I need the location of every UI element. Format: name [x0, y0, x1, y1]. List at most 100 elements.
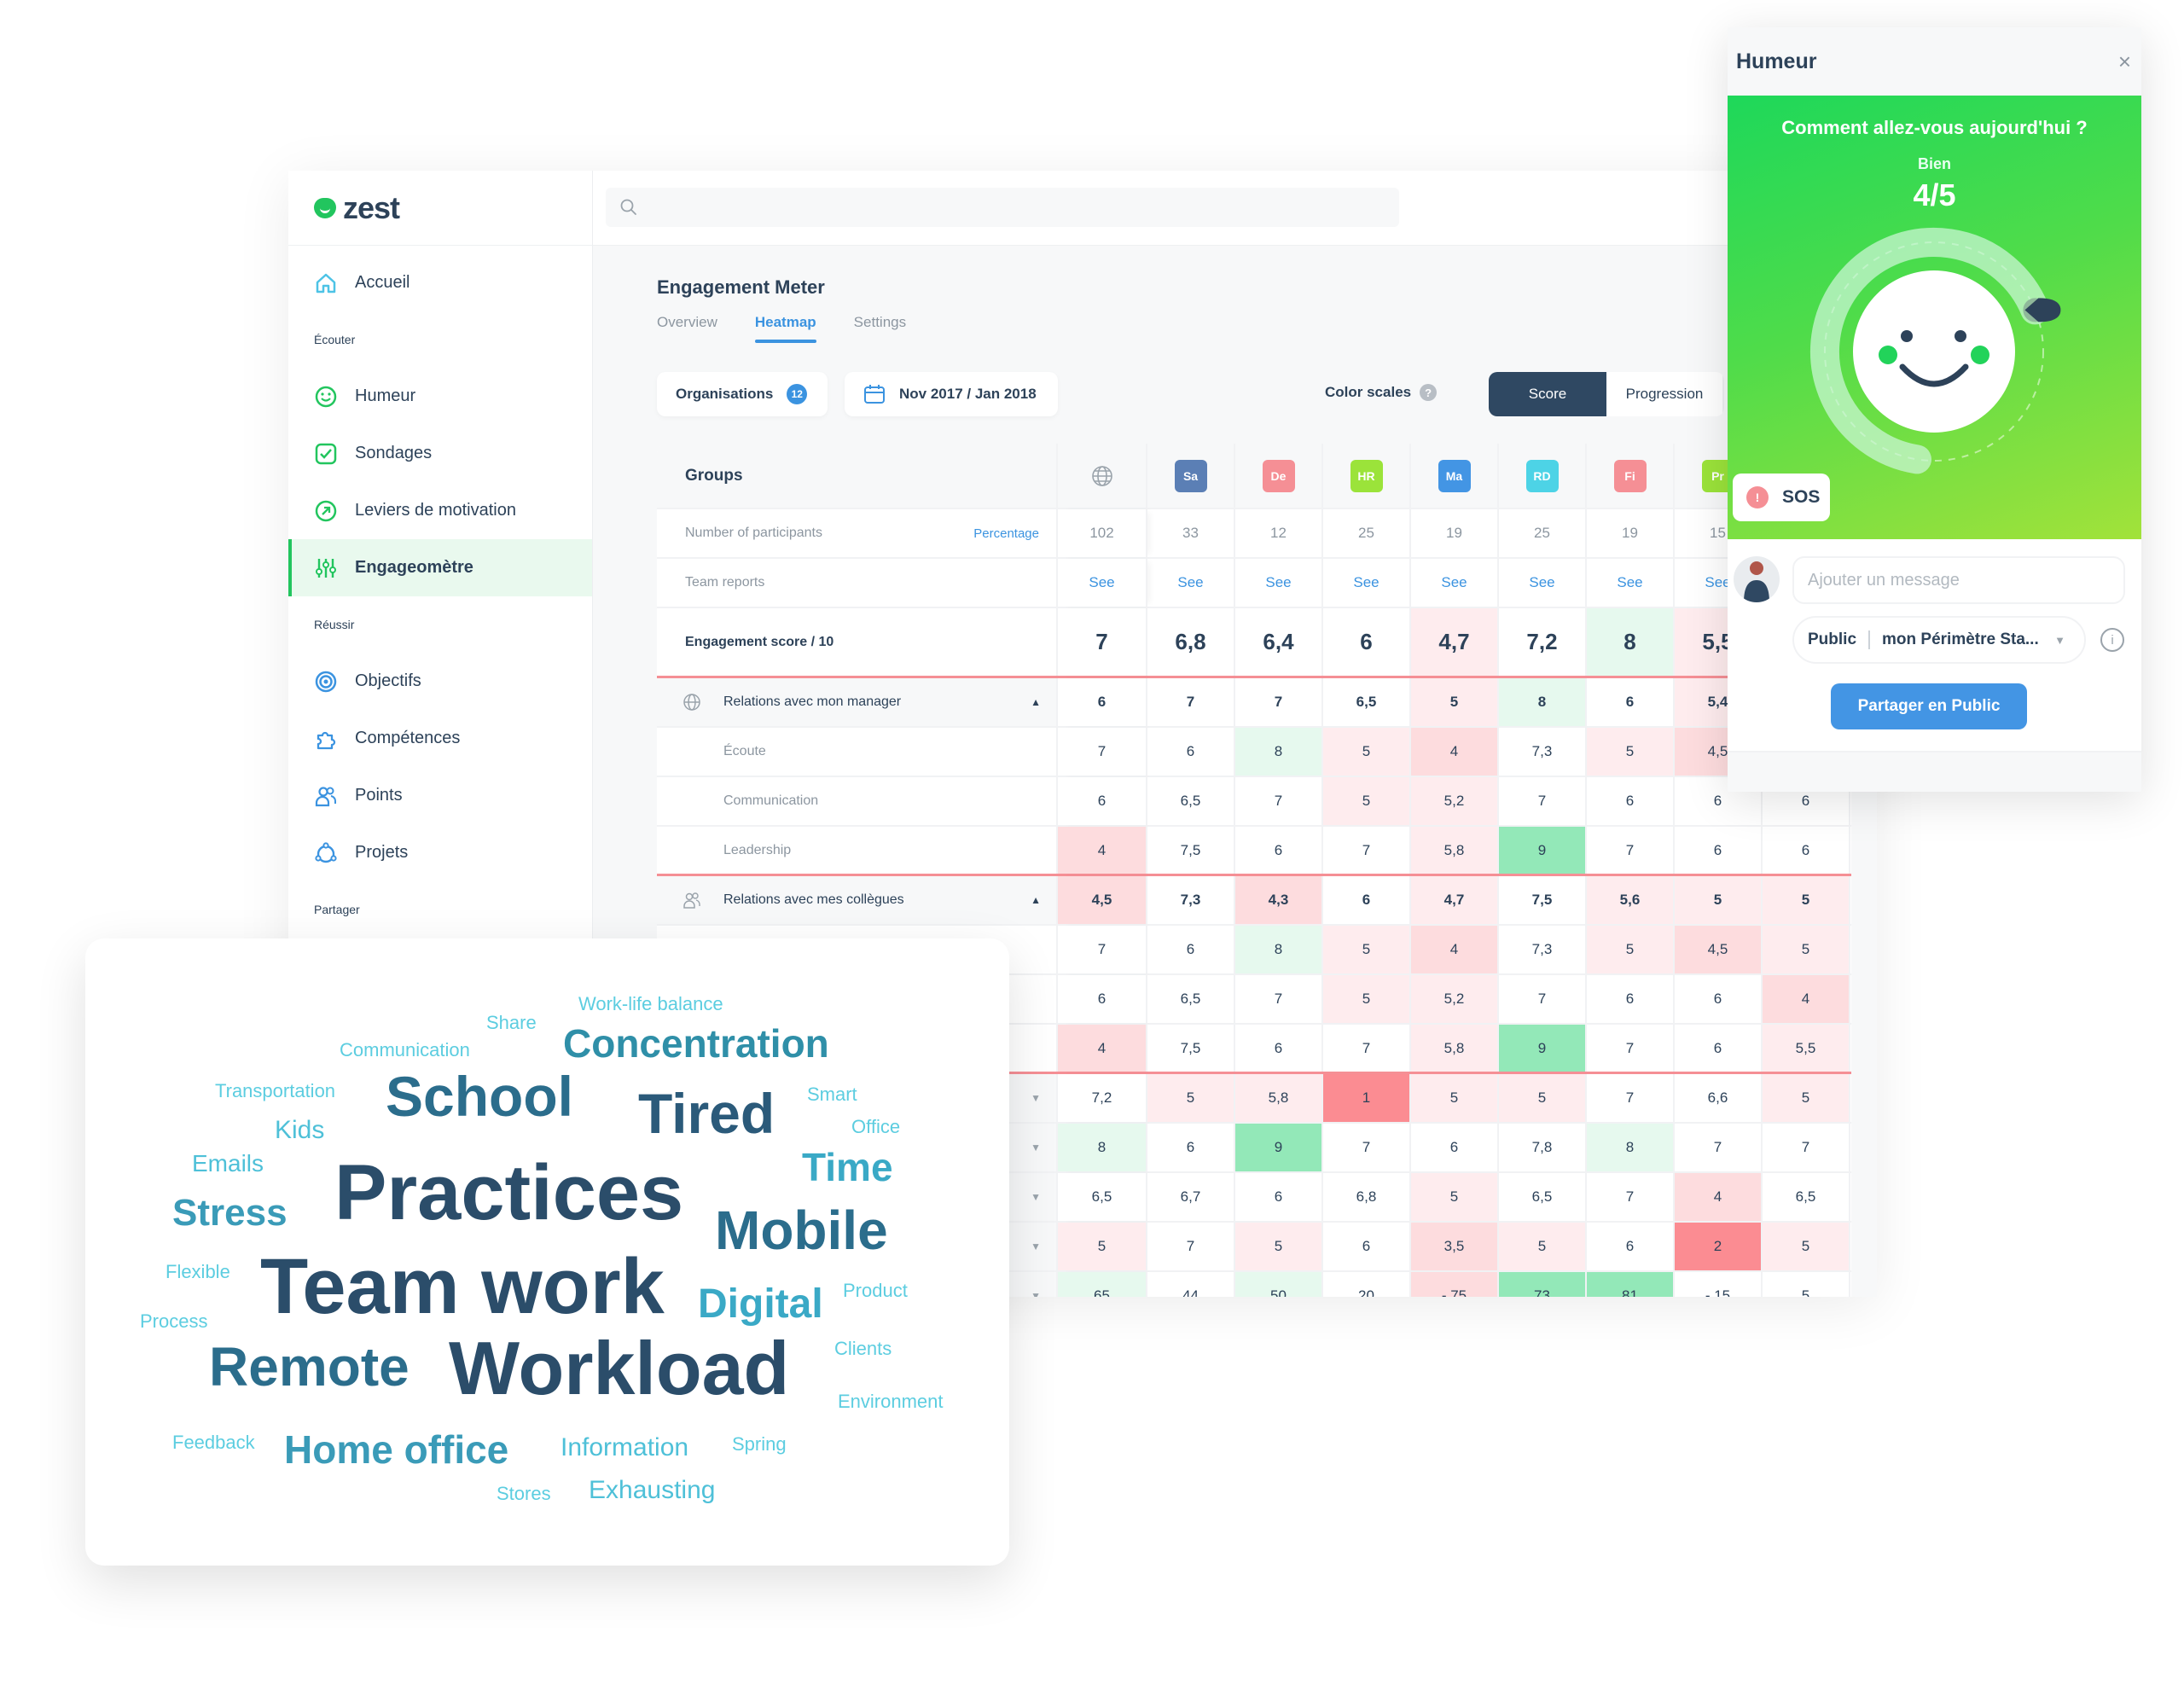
- heatmap-cell[interactable]: 7: [1323, 827, 1411, 874]
- heatmap-cell[interactable]: 7: [1587, 1173, 1675, 1221]
- sos-button[interactable]: ! SOS: [1733, 474, 1830, 521]
- heatmap-cell[interactable]: 6: [1147, 728, 1235, 776]
- heatmap-cell[interactable]: 6: [1147, 1124, 1235, 1171]
- sidebar-item-points[interactable]: Points: [288, 767, 592, 824]
- heatmap-cell[interactable]: 5: [1147, 1074, 1235, 1122]
- heatmap-cell[interactable]: 6: [1058, 975, 1147, 1023]
- heatmap-cell[interactable]: 7,3: [1499, 728, 1587, 776]
- heatmap-cell[interactable]: 5,6: [1587, 876, 1675, 924]
- progression-toggle-button[interactable]: Progression: [1606, 372, 1724, 416]
- heatmap-cell[interactable]: 6: [1675, 827, 1763, 874]
- heatmap-cell[interactable]: 6,7: [1147, 1173, 1235, 1221]
- team-report-link[interactable]: See: [1235, 559, 1323, 607]
- heatmap-cell[interactable]: 5,2: [1411, 777, 1499, 825]
- percentage-toggle[interactable]: Percentage: [973, 526, 1039, 541]
- heatmap-cell[interactable]: 7,2: [1499, 608, 1587, 676]
- heatmap-cell[interactable]: 5,2: [1411, 975, 1499, 1023]
- sidebar-item-projets[interactable]: Projets: [288, 824, 592, 881]
- heatmap-cell[interactable]: 1: [1323, 1074, 1411, 1122]
- heatmap-cell[interactable]: 8: [1499, 678, 1587, 726]
- heatmap-cell[interactable]: 5: [1763, 876, 1850, 924]
- heatmap-cell[interactable]: 7: [1675, 1124, 1763, 1171]
- score-toggle-button[interactable]: Score: [1489, 372, 1606, 416]
- info-icon[interactable]: i: [2100, 628, 2124, 652]
- heatmap-cell[interactable]: 44: [1147, 1272, 1235, 1297]
- heatmap-cell[interactable]: 7,5: [1147, 1025, 1235, 1072]
- heatmap-cell[interactable]: 20: [1323, 1272, 1411, 1297]
- heatmap-cell[interactable]: 4,7: [1411, 608, 1499, 676]
- team-report-link[interactable]: See: [1411, 559, 1499, 607]
- heatmap-cell[interactable]: 7,5: [1499, 876, 1587, 924]
- heatmap-cell[interactable]: 3,5: [1411, 1223, 1499, 1270]
- expand-arrow-icon[interactable]: ▼: [1031, 1241, 1041, 1252]
- heatmap-cell[interactable]: 6,5: [1147, 777, 1235, 825]
- close-icon[interactable]: ×: [2118, 49, 2131, 75]
- heatmap-cell[interactable]: 5: [1411, 678, 1499, 726]
- heatmap-cell[interactable]: 6: [1323, 608, 1411, 676]
- help-icon[interactable]: ?: [1420, 384, 1438, 401]
- heatmap-cell[interactable]: 5: [1411, 1074, 1499, 1122]
- collapse-arrow-icon[interactable]: ▲: [1031, 894, 1041, 906]
- heatmap-cell[interactable]: 5: [1323, 728, 1411, 776]
- heatmap-cell[interactable]: 5,5: [1763, 1025, 1850, 1072]
- heatmap-cell[interactable]: 8: [1587, 1124, 1675, 1171]
- heatmap-cell[interactable]: 5: [1763, 926, 1850, 973]
- heatmap-cell[interactable]: 5: [1058, 1223, 1147, 1270]
- heatmap-cell[interactable]: 5: [1763, 1272, 1850, 1297]
- heatmap-cell[interactable]: 5: [1323, 777, 1411, 825]
- group-column-header[interactable]: Sa: [1147, 444, 1235, 508]
- heatmap-cell[interactable]: 4: [1411, 728, 1499, 776]
- heatmap-cell[interactable]: 6: [1675, 975, 1763, 1023]
- heatmap-cell[interactable]: 5: [1323, 975, 1411, 1023]
- heatmap-cell[interactable]: 5: [1499, 1074, 1587, 1122]
- heatmap-cell[interactable]: 6: [1235, 827, 1323, 874]
- heatmap-cell[interactable]: 5,8: [1411, 827, 1499, 874]
- tab-heatmap[interactable]: Heatmap: [754, 314, 816, 343]
- sidebar-item-humeur[interactable]: Humeur: [288, 368, 592, 425]
- heatmap-cell[interactable]: 7,3: [1499, 926, 1587, 973]
- heatmap-cell[interactable]: - 75: [1411, 1272, 1499, 1297]
- heatmap-cell[interactable]: 7: [1323, 1124, 1411, 1171]
- team-report-link[interactable]: See: [1323, 559, 1411, 607]
- heatmap-cell[interactable]: 81: [1587, 1272, 1675, 1297]
- heatmap-cell[interactable]: 4: [1675, 1173, 1763, 1221]
- expand-arrow-icon[interactable]: ▼: [1031, 1191, 1041, 1203]
- group-column-header[interactable]: HR: [1323, 444, 1411, 508]
- heatmap-cell[interactable]: 6: [1587, 777, 1675, 825]
- expand-arrow-icon[interactable]: ▼: [1031, 1092, 1041, 1104]
- heatmap-cell[interactable]: 4,3: [1235, 876, 1323, 924]
- heatmap-cell[interactable]: 6: [1147, 926, 1235, 973]
- heatmap-cell[interactable]: 5: [1763, 1074, 1850, 1122]
- organisations-filter[interactable]: Organisations 12: [657, 372, 828, 416]
- group-column-header[interactable]: Ma: [1411, 444, 1499, 508]
- heatmap-cell[interactable]: 7: [1499, 777, 1587, 825]
- heatmap-cell[interactable]: 7: [1763, 1124, 1850, 1171]
- heatmap-cell[interactable]: 7,3: [1147, 876, 1235, 924]
- heatmap-cell[interactable]: 7: [1058, 608, 1147, 676]
- heatmap-cell[interactable]: 4,5: [1058, 876, 1147, 924]
- heatmap-cell[interactable]: 2: [1675, 1223, 1763, 1270]
- heatmap-cell[interactable]: 7: [1147, 678, 1235, 726]
- heatmap-cell[interactable]: 7: [1147, 1223, 1235, 1270]
- heatmap-cell[interactable]: 6: [1058, 777, 1147, 825]
- share-public-button[interactable]: Partager en Public: [1831, 683, 2027, 729]
- heatmap-cell[interactable]: 4,5: [1675, 926, 1763, 973]
- heatmap-cell[interactable]: 6,6: [1675, 1074, 1763, 1122]
- heatmap-cell[interactable]: 7: [1323, 1025, 1411, 1072]
- heatmap-cell[interactable]: 5: [1411, 1173, 1499, 1221]
- heatmap-cell[interactable]: 7: [1587, 827, 1675, 874]
- heatmap-cell[interactable]: 7,8: [1499, 1124, 1587, 1171]
- group-column-header[interactable]: Fi: [1587, 444, 1675, 508]
- group-column-header[interactable]: De: [1235, 444, 1323, 508]
- sidebar-item-engageometre[interactable]: Engageomètre: [288, 539, 592, 596]
- heatmap-cell[interactable]: 8: [1235, 728, 1323, 776]
- sidebar-item-accueil[interactable]: Accueil: [288, 254, 592, 311]
- search-input[interactable]: [606, 188, 1399, 227]
- heatmap-cell[interactable]: 50: [1235, 1272, 1323, 1297]
- heatmap-cell[interactable]: 6: [1411, 1124, 1499, 1171]
- sidebar-item-objectifs[interactable]: Objectifs: [288, 653, 592, 710]
- visibility-select[interactable]: Public mon Périmètre Sta... ▼: [1792, 616, 2086, 664]
- heatmap-cell[interactable]: 6: [1323, 876, 1411, 924]
- tab-settings[interactable]: Settings: [854, 314, 906, 343]
- heatmap-cell[interactable]: 8: [1235, 926, 1323, 973]
